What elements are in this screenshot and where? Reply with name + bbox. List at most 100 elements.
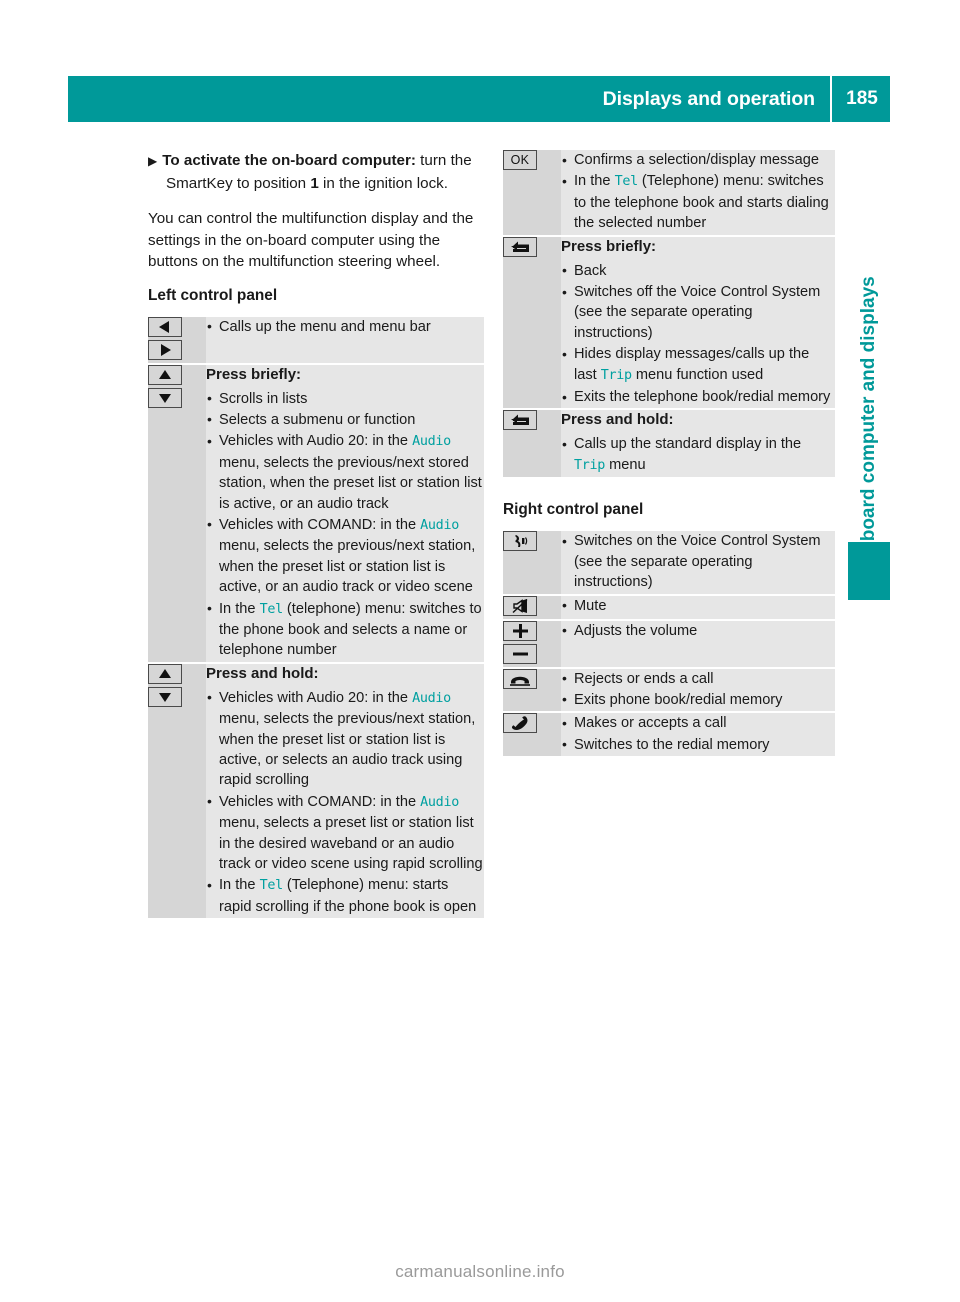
key-icon-cell: OK [503, 150, 561, 237]
table-row: Switches on the Voice Control System (se… [503, 531, 835, 596]
left-control-panel-heading: Left control panel [148, 286, 278, 304]
key-icon-cell [148, 662, 206, 921]
phone-end-icon[interactable] [503, 668, 537, 689]
mute-icon[interactable] [503, 595, 537, 616]
right-control-panel-table: Switches on the Voice Control System (se… [503, 531, 835, 759]
plus-icon[interactable] [503, 620, 537, 641]
key-function-item: Calls up the menu and menu bar [206, 316, 484, 337]
table-row: Calls up the menu and menu bar [148, 316, 484, 365]
menu-name-token: Trip [574, 457, 606, 473]
key-description-cell: Mute [561, 594, 835, 621]
key-function-item: Vehicles with COMAND: in the Audio menu,… [206, 791, 484, 875]
voice-control-icon[interactable] [503, 531, 537, 552]
key-function-item: Selects a submenu or function [206, 409, 484, 430]
function-text: Switches on the Voice Control System (se… [574, 533, 821, 591]
key-icon-cell [503, 235, 561, 411]
key-function-list: Vehicles with Audio 20: in the Audio men… [206, 687, 484, 917]
arrow-left-icon[interactable] [148, 316, 182, 337]
intro-paragraph: You can control the multifunction displa… [148, 210, 474, 270]
arrow-right-icon[interactable] [148, 339, 182, 360]
key-action-title: Press briefly: [206, 365, 302, 383]
activation-step-lead: To activate the on-board computer: [162, 152, 416, 169]
key-description-cell: Adjusts the volume [561, 619, 835, 669]
phone-call-icon[interactable] [503, 713, 537, 734]
key-description-cell: Press and hold: Calls up the standard dis… [561, 409, 835, 480]
key-icon-cell [503, 667, 561, 714]
key-icon-cell [503, 619, 561, 669]
chapter-side-tab: On-board computer and displays [848, 130, 890, 600]
left-control-panel-table: Calls up the menu and menu bar Press brie… [148, 316, 484, 921]
key-function-item: Vehicles with Audio 20: in the Audio men… [206, 431, 484, 514]
key-icon-cell [148, 316, 206, 365]
key-description-cell: Press briefly: Scrolls in lists Selects a … [206, 363, 484, 664]
key-icon-cell [503, 712, 561, 759]
function-text: Selects a submenu or function [219, 411, 416, 428]
function-text: Exits phone book/redial memory [574, 691, 783, 708]
key-function-item: Adjusts the volume [561, 620, 835, 641]
chapter-side-tab-label: On-board computer and displays [858, 276, 879, 574]
function-text: Switches off the Voice Control System (s… [574, 284, 821, 341]
menu-name-token: Audio [412, 434, 451, 450]
key-description-cell: Press briefly: Back Switches off the Voice… [561, 235, 835, 411]
table-row: OK Confirms a selection/display message In… [503, 149, 835, 237]
function-text: Confirms a selection/display message [574, 152, 819, 168]
back-icon[interactable] [503, 236, 537, 257]
function-text: menu function used [631, 366, 764, 383]
right-bottom-rows: Switches on the Voice Control System (se… [503, 531, 835, 759]
table-row: Mute [503, 594, 835, 621]
table-row: Press and hold: Vehicles with Audio 20: i… [148, 662, 484, 921]
right-content-column: OK Confirms a selection/display message In… [503, 149, 835, 759]
key-function-list: Scrolls in lists Selects a submenu or fun… [206, 388, 484, 661]
function-text: Mute [574, 597, 607, 614]
function-text: Adjusts the volume [574, 622, 698, 639]
key-function-list: Mute [561, 595, 835, 616]
key-function-item: Back [561, 260, 835, 281]
table-row: Press briefly: Back Switches off the Voice… [503, 235, 835, 411]
menu-name-token: Tel [259, 601, 284, 617]
page-title: Displays and operation [602, 87, 815, 110]
function-text: Scrolls in lists [219, 390, 308, 407]
key-function-item: In the Tel (telephone) menu: switches to… [206, 598, 484, 661]
function-text: menu, selects a preset list or station l… [219, 815, 483, 873]
key-description-cell: Rejects or ends a call Exits phone book/r… [561, 667, 835, 714]
key-function-list: Calls up the menu and menu bar [206, 316, 484, 337]
arrow-down-icon[interactable] [148, 387, 182, 408]
key-function-item: Calls up the standard display in the Tri… [561, 434, 835, 476]
key-description-cell: Calls up the menu and menu bar [206, 316, 484, 365]
menu-name-token: Audio [412, 690, 451, 706]
activation-step-value: 1 [310, 174, 319, 192]
table-row: Press and hold: Calls up the standard dis… [503, 409, 835, 480]
key-description-cell: Switches on the Voice Control System (se… [561, 531, 835, 596]
key-function-item: Scrolls in lists [206, 388, 484, 409]
function-text: Makes or accepts a call [574, 715, 727, 732]
arrow-down-icon[interactable] [148, 686, 182, 707]
left-control-panel-table-continued: OK Confirms a selection/display message In… [503, 149, 835, 480]
key-icon-cell [503, 531, 561, 596]
arrow-up-icon[interactable] [148, 364, 182, 385]
function-text: Rejects or ends a call [574, 670, 714, 687]
key-function-item: Vehicles with Audio 20: in the Audio men… [206, 687, 484, 791]
key-action-title: Press and hold: [561, 411, 674, 429]
minus-icon[interactable] [503, 643, 537, 664]
function-text: In the [219, 600, 260, 617]
function-text: Vehicles with Audio 20: in the [219, 433, 413, 450]
table-row: Makes or accepts a call Switches to the r… [503, 712, 835, 759]
function-text: menu [605, 456, 646, 473]
menu-name-token: Audio [420, 517, 459, 533]
key-function-item: Mute [561, 595, 835, 616]
table-row: Adjusts the volume [503, 619, 835, 669]
menu-name-token: Tel [259, 878, 284, 894]
table-row: Press briefly: Scrolls in lists Selects a … [148, 363, 484, 664]
function-text: Back [574, 262, 607, 279]
step-marker-icon: ▶ [148, 154, 158, 168]
function-text: Calls up the menu and menu bar [219, 318, 431, 335]
menu-name-token: Trip [600, 367, 632, 383]
back-icon[interactable] [503, 410, 537, 431]
key-icon-cell [503, 409, 561, 480]
menu-name-token: Audio [420, 794, 459, 810]
table-row: Rejects or ends a call Exits phone book/r… [503, 667, 835, 714]
key-function-list: Adjusts the volume [561, 620, 835, 641]
ok-icon[interactable]: OK [503, 150, 537, 170]
arrow-up-icon[interactable] [148, 663, 182, 684]
key-description-cell: Makes or accepts a call Switches to the r… [561, 712, 835, 759]
